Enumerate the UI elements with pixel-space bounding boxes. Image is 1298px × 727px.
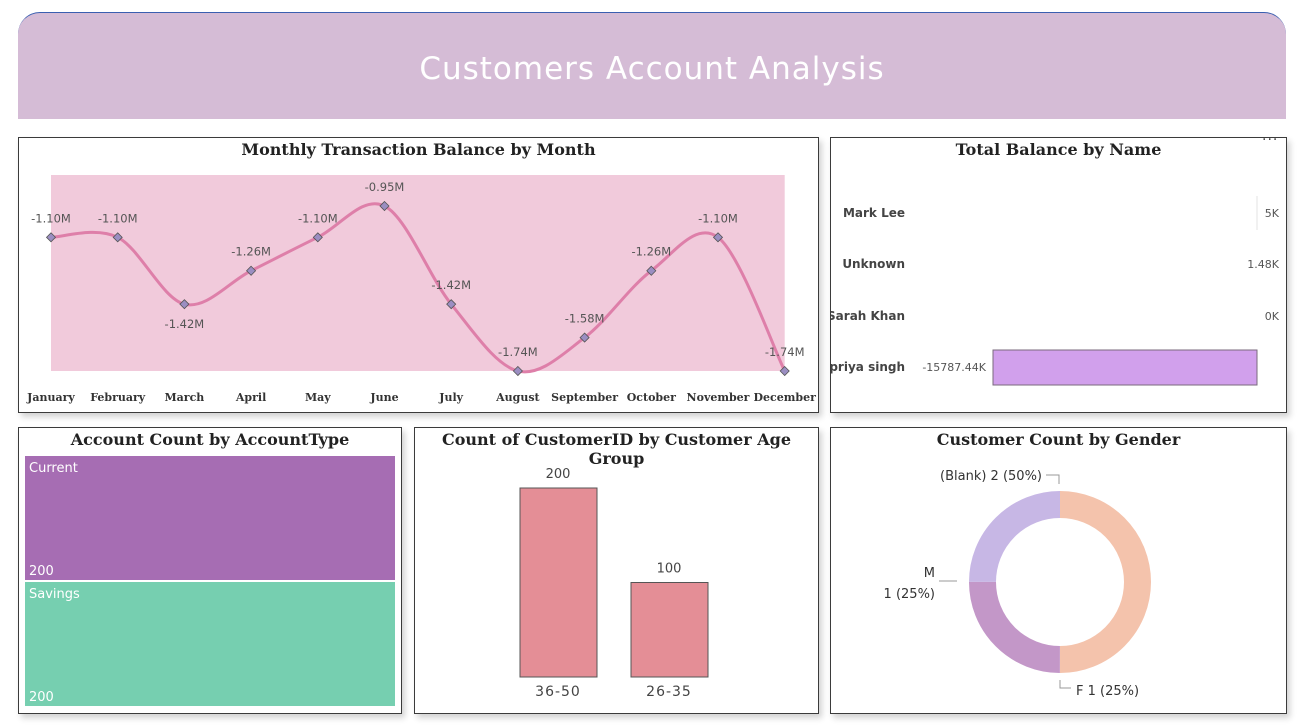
monthly-balance-panel[interactable]: Monthly Transaction Balance by Month -1.… <box>18 137 819 413</box>
name-label: Mark Lee <box>843 206 905 220</box>
data-label-june: -0.95M <box>365 180 405 194</box>
name-value-label: 5K <box>1265 207 1280 220</box>
gender-chart[interactable]: (Blank) 2 (50%) F 1 (25%) M 1 (25%) <box>831 428 1286 713</box>
data-label-august: -1.74M <box>498 345 538 359</box>
age-group-chart[interactable]: 200 36-50 100 26-35 <box>415 428 818 713</box>
treemap-savings-label: Savings <box>29 587 80 602</box>
name-value-label: 0K <box>1265 310 1280 323</box>
month-label-september: September <box>551 391 618 404</box>
age-bar-36-50 <box>519 487 598 678</box>
data-label-february: -1.10M <box>98 211 138 225</box>
data-label-may: -1.10M <box>298 211 338 225</box>
month-label-april: April <box>235 391 266 404</box>
report-header: Customers Account Analysis <box>18 12 1286 119</box>
age-category-label: 36-50 <box>535 684 581 700</box>
age-category-label: 26-35 <box>646 684 692 700</box>
treemap-current-value: 200 <box>29 564 54 579</box>
report-title: Customers Account Analysis <box>419 51 885 87</box>
data-label-september: -1.58M <box>565 312 605 326</box>
data-label-january: -1.10M <box>31 211 71 225</box>
age-bar-26-35 <box>630 582 709 678</box>
leader-f <box>1059 680 1071 689</box>
age-group-panel[interactable]: Count of CustomerID by Customer Age Grou… <box>414 427 819 714</box>
monthly-balance-chart[interactable]: -1.10M January -1.10M February -1.42M March -1… <box>19 138 818 412</box>
month-label-march: March <box>165 391 205 404</box>
data-label-march: -1.42M <box>165 317 205 331</box>
name-label: priya singh <box>831 360 905 374</box>
name-bar <box>992 349 1258 386</box>
treemap-savings-value: 200 <box>29 690 54 705</box>
month-label-february: February <box>90 391 146 404</box>
donut-label-f: F 1 (25%) <box>1076 684 1139 699</box>
balance-by-name-panel[interactable]: Total Balance by Name Mark Lee 5K Unknown 1… <box>830 137 1287 413</box>
donut-label-blank: (Blank) 2 (50%) <box>940 469 1042 484</box>
name-value-label: -15787.44K <box>922 361 986 374</box>
month-label-october: October <box>627 391 676 404</box>
name-label: Unknown <box>842 257 905 271</box>
account-type-panel[interactable]: Account Count by AccountType Current 200… <box>18 427 402 714</box>
donut-label-m-value: 1 (25%) <box>884 587 935 602</box>
data-label-july: -1.42M <box>431 278 471 292</box>
age-bar-value: 100 <box>657 562 682 577</box>
month-label-november: November <box>687 391 750 404</box>
account-type-title: Account Count by AccountType <box>70 430 350 449</box>
treemap-savings[interactable]: Savings 200 <box>25 582 395 706</box>
more-options-icon[interactable]: ... <box>1262 128 1278 144</box>
area-fill <box>51 175 785 371</box>
age-bar-value: 200 <box>546 467 571 482</box>
month-label-december: December <box>754 391 817 404</box>
treemap-current[interactable]: Current 200 <box>25 456 395 580</box>
gender-panel[interactable]: Customer Count by Gender (Blank) 2 (50%)… <box>830 427 1287 714</box>
month-label-june: June <box>369 391 398 404</box>
month-label-may: May <box>305 391 331 404</box>
data-label-october: -1.26M <box>631 245 671 259</box>
name-label: Sarah Khan <box>831 309 905 323</box>
balance-by-name-chart[interactable]: Mark Lee 5K Unknown 1.48K Sarah Khan 0K priya … <box>831 138 1286 412</box>
month-label-january: January <box>26 391 75 404</box>
month-label-july: July <box>438 391 463 404</box>
leader-blank <box>1046 474 1060 484</box>
donut-label-m: M <box>924 566 935 581</box>
name-value-label: 1.48K <box>1247 258 1279 271</box>
data-label-november: -1.10M <box>698 211 738 225</box>
treemap-current-label: Current <box>29 461 78 476</box>
data-label-april: -1.26M <box>231 245 271 259</box>
month-label-august: August <box>495 391 540 404</box>
data-label-december: -1.74M <box>765 345 805 359</box>
